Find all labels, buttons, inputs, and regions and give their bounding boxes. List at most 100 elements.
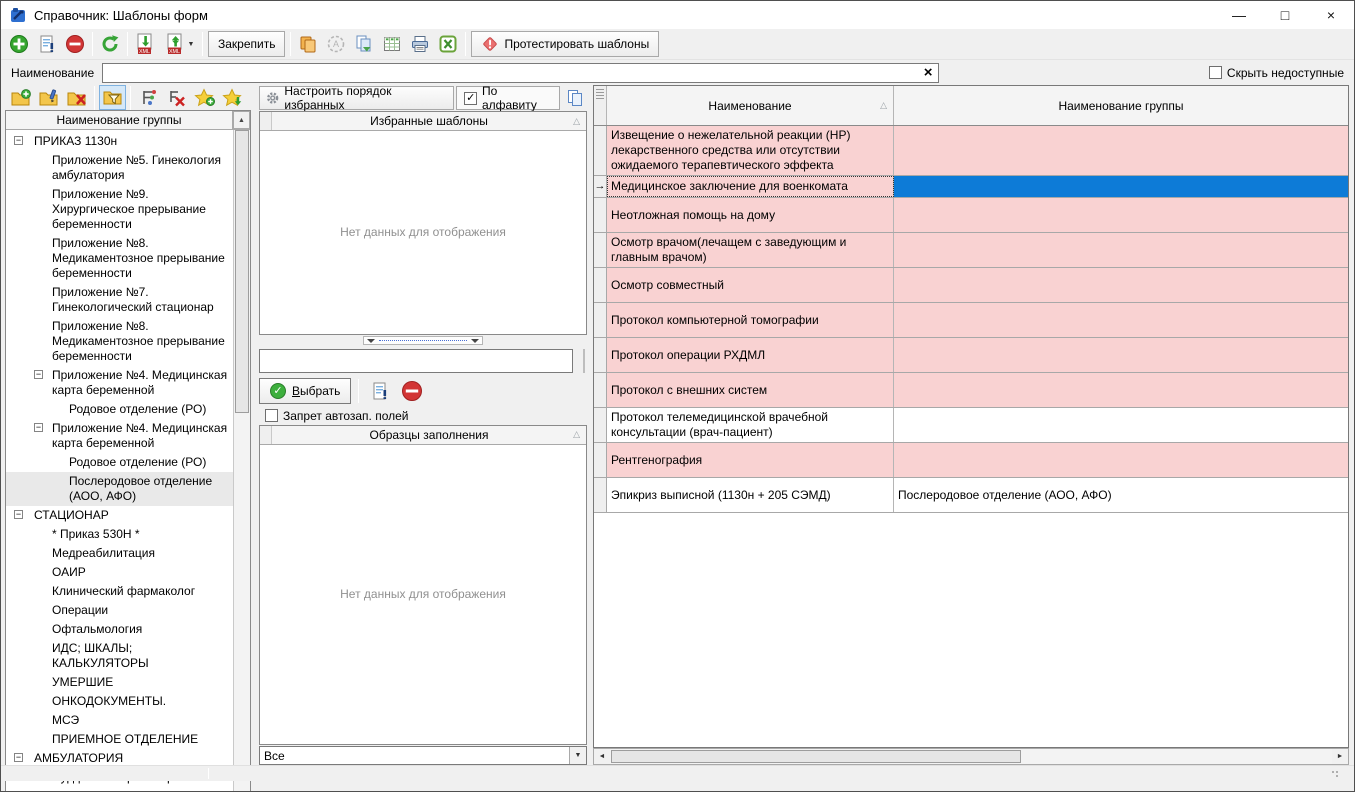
template-name-cell[interactable]: Осмотр врачом(лечащем с заведующим и гла… (607, 233, 894, 267)
tree-item[interactable]: Медреабилитация (6, 544, 233, 563)
table-view-button[interactable] (378, 31, 406, 57)
table-row[interactable]: Неотложная помощь на дому (594, 198, 1348, 233)
table-row[interactable]: →Медицинское заключение для военкомата (594, 176, 1348, 198)
table-row[interactable]: Протокол телемедицинской врачебной консу… (594, 408, 1348, 443)
edit-button[interactable] (33, 31, 61, 57)
favorite-move-button[interactable] (219, 85, 246, 110)
template-group-cell[interactable] (894, 233, 1348, 267)
print-button[interactable] (406, 31, 434, 57)
table-row[interactable]: Извещение о нежелательной реакции (НР) л… (594, 126, 1348, 176)
template-name-cell[interactable]: Неотложная помощь на дому (607, 198, 894, 232)
tree-item[interactable]: −СТАЦИОНАР (6, 506, 233, 525)
hide-unavailable-checkbox[interactable] (1209, 66, 1222, 79)
xml-export-button[interactable]: XML▼ (159, 31, 199, 57)
tree-item[interactable]: −ПРИКАЗ 1130н (6, 132, 233, 151)
alphabet-sort-toggle[interactable]: ✓ По алфавиту (456, 86, 560, 110)
tree-item[interactable]: Послеродовое отделение (АОО, АФО) (6, 472, 233, 506)
template-name-cell[interactable]: Протокол компьютерной томографии (607, 303, 894, 337)
alphabet-checkbox[interactable]: ✓ (464, 92, 476, 105)
tree-scrollbar-thumb[interactable] (235, 130, 249, 413)
tree-item[interactable]: ПРИЕМНОЕ ОТДЕЛЕНИЕ (6, 730, 233, 749)
clear-filter-icon[interactable]: × (918, 64, 938, 81)
tree-item[interactable]: ОАИР (6, 563, 233, 582)
tree-item[interactable]: * Приказ 530Н * (6, 525, 233, 544)
tree-item[interactable]: ОНКОДОКУМЕНТЫ. (6, 692, 233, 711)
template-name-cell[interactable]: Протокол с внешних систем (607, 373, 894, 407)
table-row[interactable]: Протокол компьютерной томографии (594, 303, 1348, 338)
add-button[interactable] (5, 31, 33, 57)
template-name-cell[interactable]: Извещение о нежелательной реакции (НР) л… (607, 126, 894, 175)
template-group-cell[interactable] (894, 443, 1348, 477)
xml-export-dropdown-icon[interactable]: ▼ (188, 41, 195, 48)
column-header-name[interactable]: Наименование △ (607, 86, 894, 125)
add-group-button[interactable] (7, 85, 34, 110)
tree-item[interactable]: Нейрохирург (6, 787, 233, 792)
no-autofill-checkbox[interactable] (265, 409, 278, 422)
table-row[interactable]: Протокол операции РХДМЛ (594, 338, 1348, 373)
tree-item[interactable]: УМЕРШИЕ (6, 673, 233, 692)
table-horizontal-scrollbar[interactable]: ◄ ► (593, 748, 1349, 765)
samples-list-header[interactable]: Образцы заполнения △ (260, 426, 586, 445)
name-filter-input[interactable] (103, 65, 918, 81)
template-name-cell[interactable]: Осмотр совместный (607, 268, 894, 302)
tree-expander-icon[interactable]: − (34, 370, 43, 379)
splitter-handle[interactable] (363, 336, 483, 345)
tree-expander-icon[interactable]: − (14, 510, 23, 519)
block-template-button[interactable] (398, 378, 426, 404)
tree-item[interactable]: Приложение №7. Гинекологический стациона… (6, 283, 233, 317)
table-row[interactable]: Осмотр врачом(лечащем с заведующим и гла… (594, 233, 1348, 268)
tree-item[interactable]: Офтальмология (6, 620, 233, 639)
scope-combobox[interactable]: Все ▼ (259, 746, 587, 765)
template-group-cell[interactable] (894, 198, 1348, 232)
table-row[interactable]: Протокол с внешних систем (594, 373, 1348, 408)
tree-item[interactable]: Клинический фармаколог (6, 582, 233, 601)
template-group-cell[interactable] (894, 408, 1348, 442)
scroll-right-icon[interactable]: ► (1332, 749, 1348, 764)
tree-item[interactable]: Приложение №9. Хирургическое прерывание … (6, 185, 233, 234)
edit-template-button[interactable] (366, 378, 394, 404)
combo-dropdown-icon[interactable]: ▼ (569, 747, 586, 764)
xml-import-button[interactable]: XML (131, 31, 159, 57)
order-favorites-button[interactable]: Настроить порядок избранных (259, 86, 454, 110)
copy-list-button[interactable] (562, 86, 587, 110)
tree-item[interactable]: Операции (6, 601, 233, 620)
tree-scrollbar[interactable]: ▼ (233, 130, 250, 792)
delete-group-button[interactable] (63, 85, 90, 110)
template-name-cell[interactable]: Рентгенография (607, 443, 894, 477)
template-group-cell[interactable] (894, 268, 1348, 302)
favorites-list-header[interactable]: Избранные шаблоны △ (260, 112, 586, 131)
table-row[interactable]: Рентгенография (594, 443, 1348, 478)
pin-button[interactable]: Закрепить (208, 31, 285, 57)
template-name-cell[interactable]: Медицинское заключение для военкомата (607, 176, 894, 197)
maximize-button[interactable]: □ (1262, 1, 1308, 29)
tree-expander-icon[interactable]: − (14, 136, 23, 145)
tree-item[interactable]: Приложение №8. Медикаментозное прерывани… (6, 317, 233, 366)
minimize-button[interactable]: — (1216, 1, 1262, 29)
tree-item[interactable]: МСЭ (6, 711, 233, 730)
panel-splitter[interactable] (259, 335, 587, 347)
favorite-add-button[interactable] (191, 85, 218, 110)
template-name-cell[interactable]: Эпикриз выписной (1130н + 205 СЭМД) (607, 478, 894, 512)
tree-scrollbar-track[interactable] (234, 130, 250, 792)
copy-button[interactable] (294, 31, 322, 57)
tree-item[interactable]: Родовое отделение (РО) (6, 453, 233, 472)
hscrollbar-thumb[interactable] (611, 750, 1021, 763)
tree-item[interactable]: −Приложение №4. Медицинская карта береме… (6, 366, 233, 400)
filter-groups-button[interactable] (99, 85, 126, 110)
tree-item[interactable]: Приложение №8. Медикаментозное прерывани… (6, 234, 233, 283)
template-group-cell[interactable]: Послеродовое отделение (АОО, АФО) (894, 478, 1348, 512)
tree-item[interactable]: −Приложение №4. Медицинская карта береме… (6, 419, 233, 453)
splitter-collapse-icon[interactable] (367, 339, 375, 343)
template-name-cell[interactable]: Протокол телемедицинской врачебной консу… (607, 408, 894, 442)
sort-tree-button[interactable] (135, 85, 162, 110)
tree-scroll-up-icon[interactable]: ▲ (233, 111, 250, 129)
template-group-cell[interactable] (894, 126, 1348, 175)
template-name-cell[interactable]: Протокол операции РХДМЛ (607, 338, 894, 372)
tree-expander-icon[interactable]: − (34, 423, 43, 432)
no-autofill-toggle[interactable]: Запрет автозап. полей (259, 407, 587, 425)
template-group-cell[interactable] (894, 373, 1348, 407)
excel-export-button[interactable] (434, 31, 462, 57)
groups-header-label[interactable]: Наименование группы (6, 111, 233, 129)
resize-grip-icon[interactable] (1331, 770, 1340, 779)
hide-unavailable-toggle[interactable]: Скрыть недоступные (1209, 66, 1344, 80)
